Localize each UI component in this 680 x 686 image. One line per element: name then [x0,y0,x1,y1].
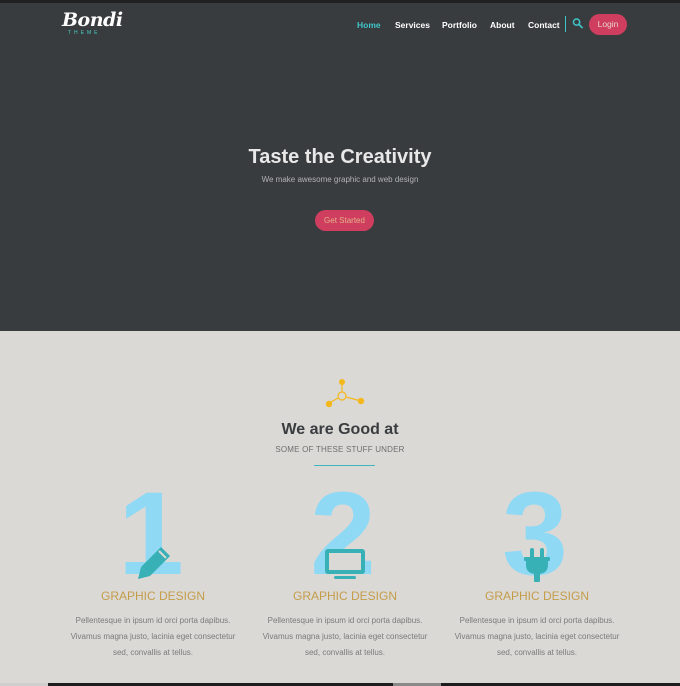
hero-subtitle: We make awesome graphic and web design [261,175,419,184]
service-card: 2 GRAPHIC DESIGN Pellentesque in ipsum i… [255,486,435,666]
nav-item-about[interactable]: About [490,20,515,30]
nav-item-contact[interactable]: Contact [528,20,560,30]
section-subtitle: SOME OF THESE STUFF UNDER [275,445,405,454]
nav-divider [565,16,566,32]
service-card-title: GRAPHIC DESIGN [484,589,589,603]
service-card: 3 GRAPHIC DESIGN Pellentesque in ipsum i… [447,486,627,666]
service-card-title: GRAPHIC DESIGN [292,589,397,603]
hero-title: Taste the Creativity [248,146,432,168]
nav-item-portfolio[interactable]: Portfolio [442,20,477,30]
nav-item-home[interactable]: Home [357,20,381,30]
login-button[interactable]: Login [589,14,627,35]
hero-section: Bondi THEME Home Services Portfolio Abou… [0,3,680,331]
plug-icon [524,548,550,582]
service-card: 1 GRAPHIC DESIGN Pellentesque in ipsum i… [63,486,243,666]
search-icon[interactable] [572,17,583,29]
molecule-icon [325,379,365,408]
service-card-title: GRAPHIC DESIGN [100,589,205,603]
pencil-icon [138,547,170,579]
section-title: We are Good at [281,421,399,438]
main-nav: Home Services Portfolio About Contact [0,16,680,34]
section-divider [314,465,375,466]
nav-item-services[interactable]: Services [395,20,430,30]
service-card-text: Pellentesque in ipsum id orci porta dapi… [262,616,428,657]
monitor-icon [325,549,365,579]
services-section: We are Good at SOME OF THESE STUFF UNDER… [0,331,680,683]
service-card-text: Pellentesque in ipsum id orci porta dapi… [70,616,236,657]
get-started-button[interactable]: Get Started [315,210,374,231]
service-card-text: Pellentesque in ipsum id orci porta dapi… [454,616,620,657]
